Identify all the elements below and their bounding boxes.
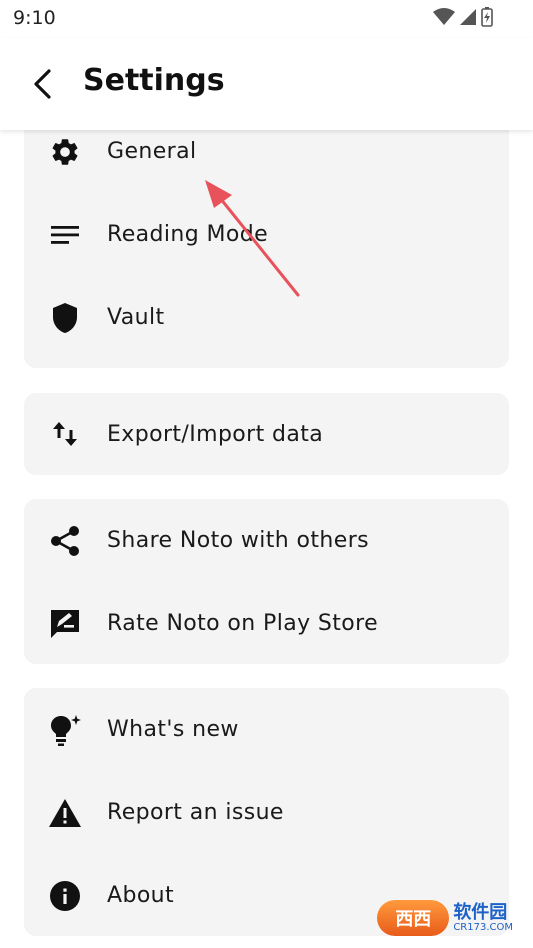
- settings-item-label: Share Noto with others: [107, 528, 370, 553]
- page-title: Settings: [83, 63, 225, 98]
- settings-item-label: Vault: [107, 305, 165, 330]
- back-arrow-icon: [34, 69, 51, 99]
- settings-item-general[interactable]: General: [24, 130, 509, 193]
- shield-icon: [48, 301, 82, 335]
- battery-icon: [481, 7, 493, 27]
- status-bar: 9:10: [0, 0, 533, 38]
- gear-icon: [48, 135, 82, 169]
- app-bar: Settings: [0, 38, 533, 130]
- settings-item-reading-mode[interactable]: Reading Mode: [24, 193, 509, 276]
- settings-item-label: Rate Noto on Play Store: [107, 611, 379, 636]
- settings-item-label: What's new: [107, 717, 239, 742]
- share-icon: [48, 524, 82, 558]
- back-button[interactable]: [22, 64, 62, 104]
- settings-item-label: Reading Mode: [107, 222, 269, 247]
- settings-item-vault[interactable]: Vault: [24, 276, 509, 359]
- watermark-sub-text: CR173.COM: [453, 922, 513, 934]
- settings-group-info: What's new Report an issue About: [24, 688, 509, 936]
- watermark-logo: 西西 软件园 CR173.COM: [377, 900, 513, 936]
- warning-icon: [48, 796, 82, 830]
- settings-item-label: General: [107, 139, 197, 164]
- settings-item-export-import[interactable]: Export/Import data: [24, 393, 509, 475]
- watermark-badge: 西西: [377, 900, 450, 936]
- status-icons: [433, 7, 493, 27]
- info-icon: [48, 879, 82, 913]
- settings-item-share[interactable]: Share Noto with others: [24, 499, 509, 582]
- status-time: 9:10: [13, 7, 56, 29]
- settings-item-report-issue[interactable]: Report an issue: [24, 771, 509, 854]
- bulb-sparkle-icon: [48, 713, 82, 747]
- watermark-main-text: 软件园: [453, 901, 508, 923]
- signal-icon: [460, 9, 476, 25]
- wifi-icon: [433, 8, 455, 25]
- settings-item-label: About: [107, 883, 175, 908]
- settings-item-rate[interactable]: Rate Noto on Play Store: [24, 582, 509, 665]
- settings-item-label: Report an issue: [107, 800, 284, 825]
- settings-list: General Reading Mode Vault Export/Import…: [0, 130, 533, 948]
- settings-group-share: Share Noto with others Rate Noto on Play…: [24, 499, 509, 664]
- settings-item-label: Export/Import data: [107, 421, 324, 447]
- settings-group-main: General Reading Mode Vault: [24, 130, 509, 368]
- rate-review-icon: [48, 607, 82, 641]
- swap-vertical-icon: [48, 417, 82, 451]
- reading-lines-icon: [48, 218, 82, 252]
- settings-item-whats-new[interactable]: What's new: [24, 688, 509, 771]
- settings-group-data: Export/Import data: [24, 393, 509, 475]
